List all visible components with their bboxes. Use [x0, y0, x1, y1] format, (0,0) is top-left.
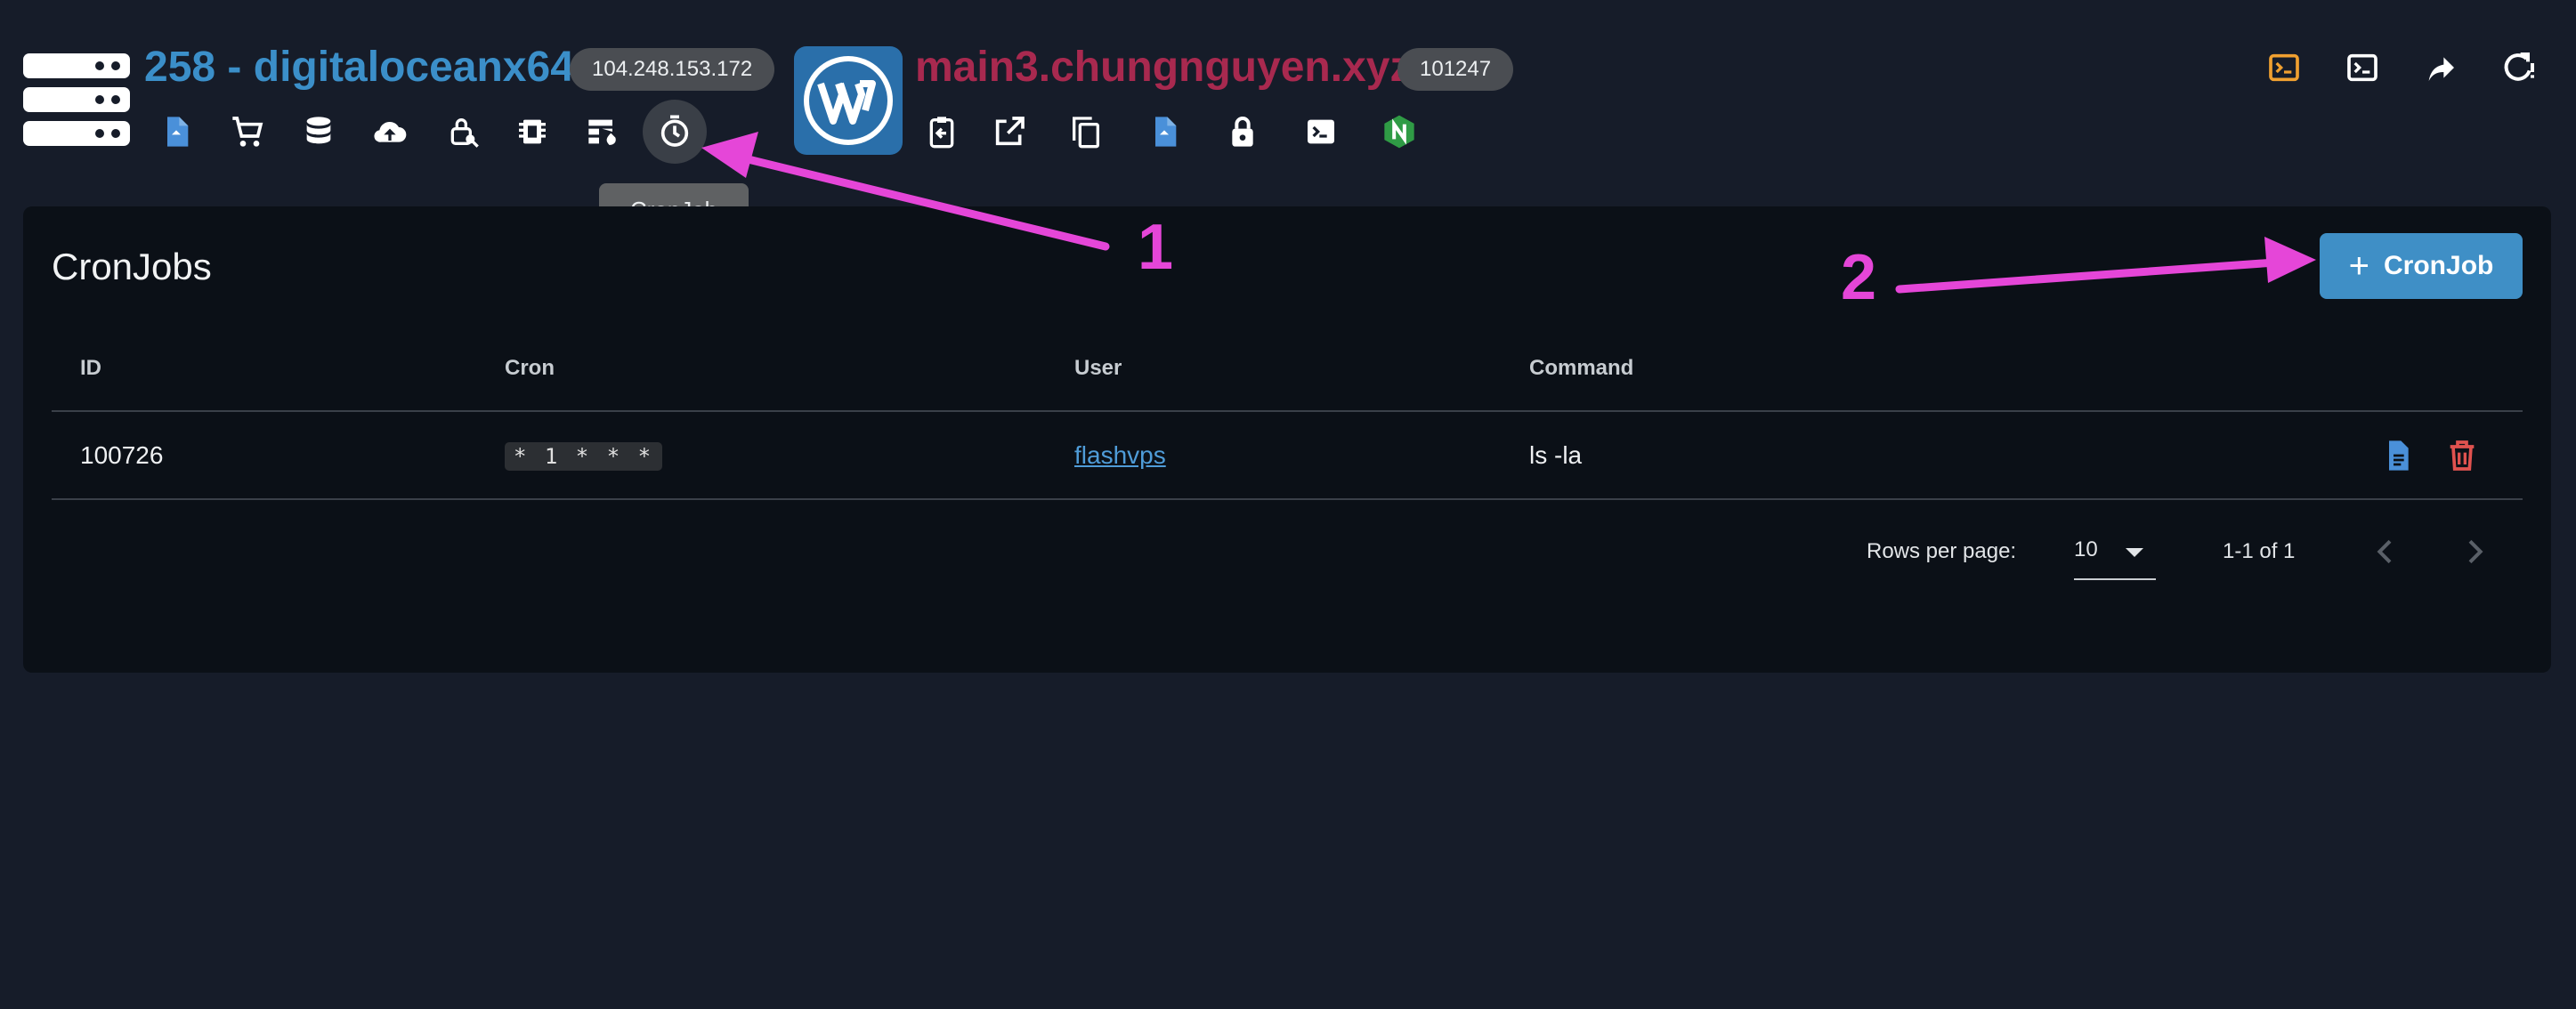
annotation-1: 1	[1138, 212, 1174, 283]
annotation-2: 2	[1841, 242, 1877, 313]
annotation-arrows	[701, 132, 2316, 294]
